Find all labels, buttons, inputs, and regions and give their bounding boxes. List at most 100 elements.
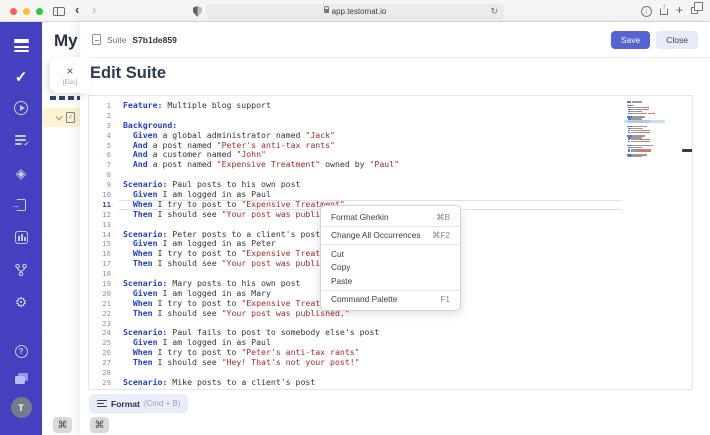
tree-suite-row[interactable]: ✓ <box>42 108 80 127</box>
close-icon: × <box>66 65 73 77</box>
menu-item-label: Format Gherkin <box>331 212 389 222</box>
line-number: 15 <box>89 239 111 249</box>
lock-icon <box>324 9 329 13</box>
minimap-line <box>627 156 662 158</box>
window-close-button[interactable] <box>10 8 17 15</box>
import-icon[interactable] <box>0 199 42 211</box>
line-content: Feature: Multiple blog support <box>123 101 271 111</box>
menu-item-label: Paste <box>331 276 352 286</box>
back-icon[interactable]: ‹ <box>75 3 79 16</box>
branch-icon[interactable] <box>0 263 42 277</box>
menu-item-shortcut: ⌘F2 <box>432 230 450 240</box>
browser-toolbar: ‹ › app.testomat.io ↻ ↓ ↑ + <box>0 0 710 22</box>
line-number: 7 <box>89 160 111 170</box>
line-number: 4 <box>89 131 111 141</box>
suite-type-label: Suite <box>107 35 126 45</box>
overlay-close-button[interactable]: × [Esc] <box>50 57 90 93</box>
line-number: 27 <box>89 358 111 368</box>
context-menu-item[interactable]: Copy <box>321 261 460 275</box>
privacy-shield-icon[interactable] <box>193 6 202 17</box>
line-number: 3 <box>89 121 111 131</box>
close-button[interactable]: Close <box>656 31 698 49</box>
line-number: 13 <box>89 220 111 230</box>
code-line[interactable]: 2 <box>89 111 692 121</box>
settings-gear-icon[interactable]: ⚙ <box>0 294 42 311</box>
scrollbar-thumb[interactable] <box>682 149 693 152</box>
menu-divider <box>321 226 460 227</box>
tree-section-label-truncated <box>50 96 80 100</box>
line-number: 18 <box>89 269 111 279</box>
line-number: 10 <box>89 190 111 200</box>
help-icon[interactable]: ? <box>0 345 42 358</box>
window-minimize-button[interactable] <box>23 8 30 15</box>
context-menu-item[interactable]: Paste <box>321 274 460 288</box>
line-number: 6 <box>89 150 111 160</box>
menu-icon[interactable] <box>0 36 42 43</box>
line-content: Then I should see "Hey! That's not your … <box>123 358 360 368</box>
cmd-keycap-hint: ⌘ <box>90 417 109 433</box>
line-number: 2 <box>89 111 111 121</box>
line-number: 5 <box>89 141 111 151</box>
line-content: Given I am logged in as Mike <box>123 388 271 390</box>
code-line[interactable]: 30 Given I am logged in as Mike <box>89 388 692 390</box>
suites-layers-icon[interactable]: ◈ <box>0 165 42 182</box>
code-line[interactable]: 27 Then I should see "Hey! That's not yo… <box>89 358 692 368</box>
page-title: Edit Suite <box>90 64 166 83</box>
line-number: 19 <box>89 279 111 289</box>
esc-hint-label: [Esc] <box>63 79 77 86</box>
forward-icon[interactable]: › <box>92 3 96 16</box>
url-text: app.testomat.io <box>332 7 387 16</box>
code-line[interactable]: 1 Feature: Multiple blog support <box>89 101 692 111</box>
suite-id: S7b1de859 <box>132 35 176 45</box>
menu-item-label: Copy <box>331 262 350 272</box>
line-number: 29 <box>89 378 111 388</box>
menu-divider <box>321 290 460 291</box>
cmd-keycap-hint: ⌘ <box>53 417 72 433</box>
document-icon <box>92 34 101 45</box>
projects-icon[interactable] <box>0 373 42 384</box>
test-plans-icon[interactable]: ✓ <box>0 134 42 146</box>
line-number: 9 <box>89 180 111 190</box>
context-menu-item[interactable]: Cut <box>321 247 460 261</box>
reload-icon[interactable]: ↻ <box>490 6 498 17</box>
line-number: 14 <box>89 230 111 240</box>
analytics-chart-icon[interactable] <box>0 231 42 244</box>
downloads-icon[interactable]: ↓ <box>641 6 652 17</box>
address-bar[interactable]: app.testomat.io ↻ <box>206 4 504 19</box>
editor-context-menu: Format Gherkin⌘B Change All Occurrences⌘F… <box>320 205 461 311</box>
line-content: Then I should see "Your post was publish… <box>123 259 350 269</box>
line-number: 11 <box>89 200 111 210</box>
line-number: 26 <box>89 348 111 358</box>
menu-divider <box>321 244 460 245</box>
runs-play-icon[interactable] <box>0 101 42 115</box>
line-number: 1 <box>89 101 111 111</box>
line-number: 25 <box>89 338 111 348</box>
browser-window: ‹ › app.testomat.io ↻ ↓ ↑ + ✓ ✓ ◈ <box>0 0 710 435</box>
line-number: 12 <box>89 210 111 220</box>
sidebar-toggle-icon[interactable] <box>53 7 65 16</box>
context-menu-item[interactable]: Format Gherkin⌘B <box>321 210 460 224</box>
context-menu-item[interactable]: Command PaletteF1 <box>321 293 460 307</box>
menu-item-label: Cut <box>331 249 344 259</box>
code-line[interactable]: 7 And a post named "Expensive Treatment"… <box>89 160 692 170</box>
line-number: 23 <box>89 319 111 329</box>
new-tab-icon[interactable]: + <box>676 4 683 16</box>
format-button[interactable]: Format (Cmd + B) <box>89 394 188 413</box>
editor-minimap[interactable] <box>627 101 662 161</box>
user-avatar[interactable]: T <box>0 397 42 418</box>
line-content: And a post named "Expensive Treatment" o… <box>123 160 399 170</box>
chevron-down-icon[interactable] <box>56 113 63 120</box>
suite-doc-icon: ✓ <box>66 112 75 123</box>
line-number: 28 <box>89 368 111 378</box>
line-content: Then I should see "Your post was publish… <box>123 309 350 319</box>
window-zoom-button[interactable] <box>36 8 43 15</box>
format-icon <box>97 400 107 408</box>
share-icon[interactable]: ↑ <box>660 8 668 15</box>
tests-check-icon[interactable]: ✓ <box>0 68 42 86</box>
line-number: 22 <box>89 309 111 319</box>
save-button[interactable]: Save <box>611 31 650 49</box>
line-number: 20 <box>89 289 111 299</box>
context-menu-item[interactable]: Change All Occurrences⌘F2 <box>321 229 460 243</box>
line-number: 30 <box>89 388 111 390</box>
tab-overview-icon[interactable] <box>691 7 698 14</box>
